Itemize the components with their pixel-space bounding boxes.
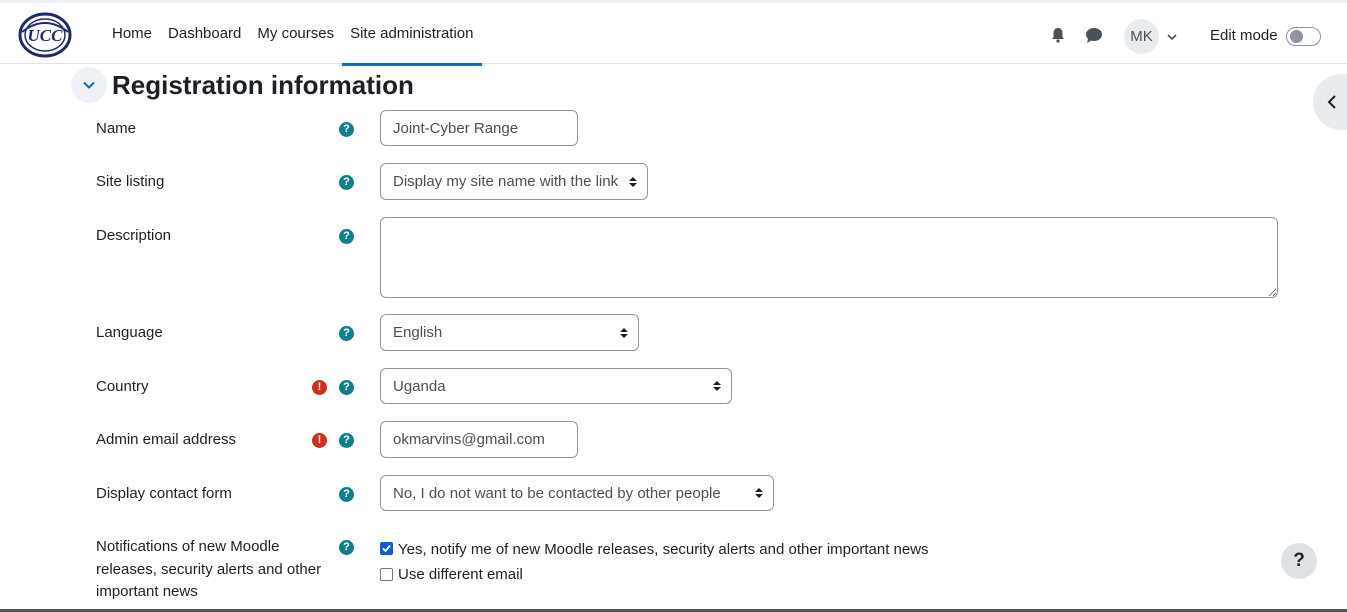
section-title: Registration information — [112, 70, 414, 100]
name-label: Name — [96, 120, 137, 137]
site-listing-select[interactable]: Display my site name with the link — [380, 163, 648, 200]
user-menu-chevron-down-icon[interactable] — [1166, 30, 1178, 42]
admin-email-help-icon[interactable]: ? — [339, 433, 354, 448]
select-arrows-icon — [755, 488, 763, 498]
country-label: Country — [96, 378, 149, 395]
messages-chat-icon[interactable] — [1085, 27, 1103, 44]
description-label: Description — [96, 227, 172, 244]
different-email-label[interactable]: Use different email — [398, 566, 523, 583]
chevron-left-icon — [1327, 95, 1336, 109]
site-logo[interactable]: UCC — [18, 12, 72, 58]
notifications-help-icon[interactable]: ? — [339, 540, 354, 555]
required-icon: ! — [312, 433, 327, 448]
contact-form-help-icon[interactable]: ? — [339, 487, 354, 502]
nav-my-courses[interactable]: My courses — [249, 3, 342, 64]
language-selected: English — [393, 324, 443, 341]
description-textarea[interactable] — [380, 217, 1278, 298]
description-help-icon[interactable]: ? — [339, 229, 354, 244]
nav-home[interactable]: Home — [104, 3, 160, 64]
open-drawer-button[interactable] — [1313, 74, 1347, 130]
country-help-icon[interactable]: ? — [339, 380, 354, 395]
site-listing-help-icon[interactable]: ? — [339, 175, 354, 190]
top-navbar: UCC Home Dashboard My courses Site admin… — [0, 0, 1347, 66]
notify-checkbox[interactable] — [380, 542, 393, 555]
notifications-bell-icon[interactable] — [1050, 27, 1066, 43]
nav-dashboard[interactable]: Dashboard — [160, 3, 249, 64]
contact-form-label: Display contact form — [96, 485, 232, 502]
edit-mode-label: Edit mode — [1210, 27, 1278, 44]
primary-navigation: Home Dashboard My courses Site administr… — [104, 3, 482, 66]
svg-text:UCC: UCC — [28, 26, 64, 45]
language-select[interactable]: English — [380, 314, 639, 351]
language-help-icon[interactable]: ? — [339, 326, 354, 341]
help-button[interactable]: ? — [1281, 543, 1317, 579]
site-listing-selected: Display my site name with the link — [393, 173, 619, 190]
country-selected: Uganda — [393, 377, 446, 395]
checkmark-icon — [382, 544, 391, 553]
user-avatar[interactable]: MK — [1124, 19, 1159, 54]
name-help-icon[interactable]: ? — [339, 122, 354, 137]
chevron-down-icon — [83, 81, 95, 89]
notify-option-label[interactable]: Yes, notify me of new Moodle releases, s… — [398, 541, 929, 558]
toggle-knob — [1290, 30, 1303, 43]
select-arrows-icon — [620, 327, 628, 338]
name-input[interactable]: Joint-Cyber Range — [380, 110, 578, 146]
different-email-checkbox[interactable] — [380, 568, 393, 581]
contact-form-selected: No, I do not want to be contacted by oth… — [393, 484, 721, 502]
edit-mode-toggle[interactable] — [1286, 27, 1321, 46]
site-listing-label: Site listing — [96, 173, 165, 190]
admin-email-input[interactable]: okmarvins@gmail.com — [380, 421, 578, 458]
select-arrows-icon — [629, 176, 637, 187]
required-icon: ! — [312, 380, 327, 395]
contact-form-select[interactable]: No, I do not want to be contacted by oth… — [380, 475, 774, 511]
notifications-label: Notifications of new Moodle releases, se… — [96, 538, 322, 600]
country-select[interactable]: Uganda — [380, 368, 732, 404]
collapse-section-button[interactable] — [71, 67, 107, 103]
language-label: Language — [96, 324, 163, 341]
nav-site-administration[interactable]: Site administration — [342, 3, 482, 66]
admin-email-label: Admin email address — [96, 431, 237, 448]
select-arrows-icon — [713, 381, 721, 391]
